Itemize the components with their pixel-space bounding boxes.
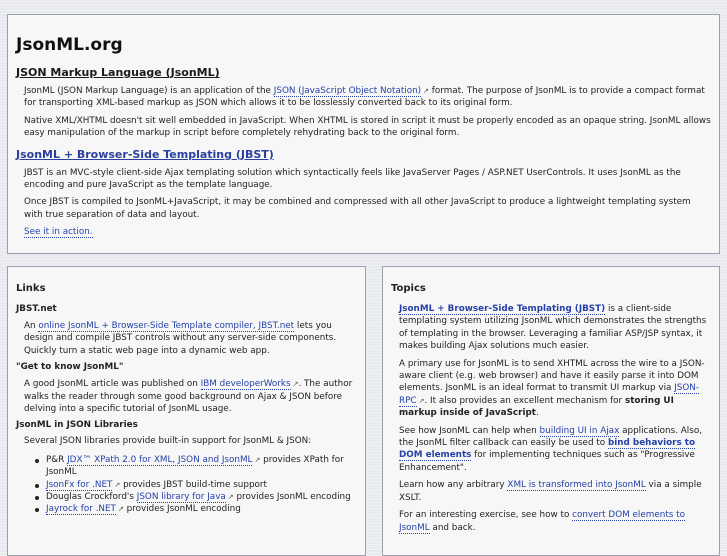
heading-jbst-link[interactable]: JsonML + Browser-Side Templating (JBST): [16, 148, 274, 161]
topic-jbst-paragraph: JsonML + Browser-Side Templating (JBST) …: [399, 304, 707, 352]
jbst-net-link[interactable]: online JsonML + Browser-Side Template co…: [38, 321, 295, 332]
json-libraries-list: P&R JDX™ XPath 2.0 for XML, JSON and Jso…: [16, 454, 357, 516]
jsonfx-link[interactable]: JsonFx for .NET: [46, 479, 113, 491]
building-ui-ajax-link[interactable]: building UI in Ajax: [539, 425, 620, 437]
topic-dom-paragraph: For an interesting exercise, see how to …: [399, 510, 685, 534]
intro-panel: JsonML.org JSON Markup Language (JsonML)…: [7, 14, 720, 254]
heading-jbst: JsonML + Browser-Side Templating (JBST): [16, 148, 711, 161]
xml-to-jsonml-link[interactable]: XML is transformed into JsonML: [507, 480, 646, 492]
topic-xslt-paragraph: Learn how any arbitrary XML is transform…: [399, 480, 702, 503]
see-in-action-link[interactable]: See it in action.: [24, 227, 93, 239]
list-item: P&R JDX™ XPath 2.0 for XML, JSON and Jso…: [35, 454, 357, 479]
list-item: Douglas Crockford's JSON library for Jav…: [35, 491, 357, 504]
jayrock-link[interactable]: Jayrock for .NET: [46, 504, 116, 516]
jbst-paragraph-2: Once JBST is compiled to JsonML+JavaScri…: [24, 197, 691, 220]
jbst-net-heading: JBST.net: [16, 304, 57, 314]
jbst-paragraph-1: JBST is an MVC-style client-side Ajax te…: [24, 167, 681, 191]
topic-ajax-paragraph: See how JsonML can help when building UI…: [399, 425, 703, 473]
jsonml-paragraph-1: JsonML (JSON Markup Language) is an appl…: [24, 86, 705, 109]
topics-panel: Topics JsonML + Browser-Side Templating …: [382, 266, 720, 556]
list-item: Jayrock for .NET ↗ provides JsonML encodi…: [35, 503, 357, 516]
topics-title: Topics: [391, 283, 426, 294]
heading-jsonml: JSON Markup Language (JsonML): [16, 66, 711, 79]
heading-jsonml-link[interactable]: JSON Markup Language (JsonML): [16, 66, 220, 79]
json-link[interactable]: JSON (JavaScript Object Notation): [273, 86, 422, 97]
topic-json-rpc-paragraph: A primary use for JsonML is to send XHTM…: [399, 358, 705, 419]
ibm-developerworks-link[interactable]: IBM developerWorks: [200, 379, 291, 391]
site-title: JsonML.org: [16, 35, 123, 55]
get-to-know-heading: "Get to know JsonML": [16, 362, 124, 373]
jbst-net-paragraph: An online JsonML + Browser-Side Template…: [24, 321, 337, 356]
links-title: Links: [16, 283, 46, 294]
links-panel: Links JBST.net An online JsonML + Browse…: [7, 266, 366, 556]
jsonml-paragraph-2: Native XML/XHTML doesn't sit well embedd…: [24, 115, 711, 139]
topic-jbst-link[interactable]: JsonML + Browser-Side Templating (JBST): [399, 304, 606, 315]
json-libraries-intro: Several JSON libraries provide built-in …: [24, 436, 312, 447]
json-library-java-link[interactable]: JSON library for Java: [136, 492, 226, 504]
json-libraries-heading: JsonML in JSON Libraries: [16, 420, 138, 431]
list-item: JsonFx for .NET ↗ provides JBST build-tim…: [35, 479, 357, 491]
get-to-know-paragraph: A good JsonML article was published on I…: [24, 379, 353, 415]
jdx-xpath-link[interactable]: JDX™ XPath 2.0 for XML, JSON and JsonML: [67, 454, 253, 466]
see-in-action-paragraph: See it in action.: [16, 226, 711, 239]
